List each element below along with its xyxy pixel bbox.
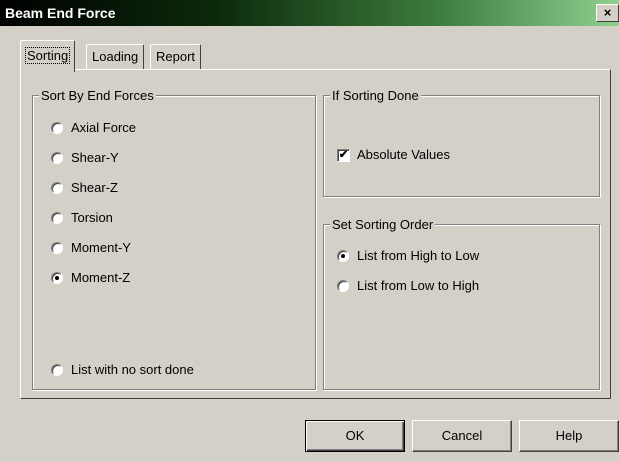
- ok-button[interactable]: OK: [305, 420, 405, 452]
- checkbox-absolute-values-box[interactable]: ✔: [337, 149, 350, 162]
- tab-report[interactable]: Report: [150, 44, 202, 70]
- tab-loading-label: Loading: [92, 49, 139, 64]
- dialog-window: Beam End Force × Sorting Loading Report …: [0, 0, 619, 462]
- radio-low-to-high-label: List from Low to High: [357, 278, 480, 293]
- radio-axial-force-circle[interactable]: [51, 122, 63, 134]
- if-sorting-group: If Sorting Done ✔ Absolute Values: [323, 88, 600, 197]
- sorting-order-group-title: Set Sorting Order: [330, 217, 436, 232]
- title-bar[interactable]: Beam End Force ×: [0, 0, 619, 26]
- close-button[interactable]: ×: [596, 4, 619, 22]
- radio-shear-y-label: Shear-Y: [71, 150, 119, 165]
- radio-moment-z-circle[interactable]: [51, 272, 63, 284]
- window-title: Beam End Force: [5, 5, 116, 21]
- tab-report-label: Report: [156, 49, 196, 64]
- radio-high-to-low-label: List from High to Low: [357, 248, 480, 263]
- radio-low-to-high-circle[interactable]: [337, 280, 349, 292]
- radio-moment-y-circle[interactable]: [51, 242, 63, 254]
- radio-shear-y-circle[interactable]: [51, 152, 63, 164]
- radio-moment-y-label: Moment-Y: [71, 240, 131, 255]
- radio-axial-force-label: Axial Force: [71, 120, 137, 135]
- sort-by-group-title: Sort By End Forces: [39, 88, 156, 103]
- radio-no-sort-circle[interactable]: [51, 364, 63, 376]
- radio-high-to-low-circle[interactable]: [337, 250, 349, 262]
- radio-shear-z-label: Shear-Z: [71, 180, 118, 195]
- radio-no-sort-label: List with no sort done: [71, 362, 194, 377]
- tab-sorting-label: Sorting: [25, 47, 71, 64]
- radio-shear-z-circle[interactable]: [51, 182, 63, 194]
- sorting-tab-panel: Sort By End Forces Axial Force Shear-Y S…: [20, 69, 611, 399]
- radio-moment-z-label: Moment-Z: [71, 270, 131, 285]
- help-button[interactable]: Help: [519, 420, 619, 452]
- sort-by-group: Sort By End Forces Axial Force Shear-Y S…: [32, 88, 316, 390]
- radio-torsion-label: Torsion: [71, 210, 113, 225]
- radio-torsion-circle[interactable]: [51, 212, 63, 224]
- tab-loading[interactable]: Loading: [86, 44, 145, 70]
- if-sorting-group-title: If Sorting Done: [330, 88, 421, 103]
- checkbox-absolute-values-label: Absolute Values: [357, 147, 450, 162]
- sorting-order-group: Set Sorting Order List from High to Low …: [323, 217, 600, 390]
- cancel-button[interactable]: Cancel: [412, 420, 512, 452]
- tab-sorting[interactable]: Sorting: [20, 40, 76, 72]
